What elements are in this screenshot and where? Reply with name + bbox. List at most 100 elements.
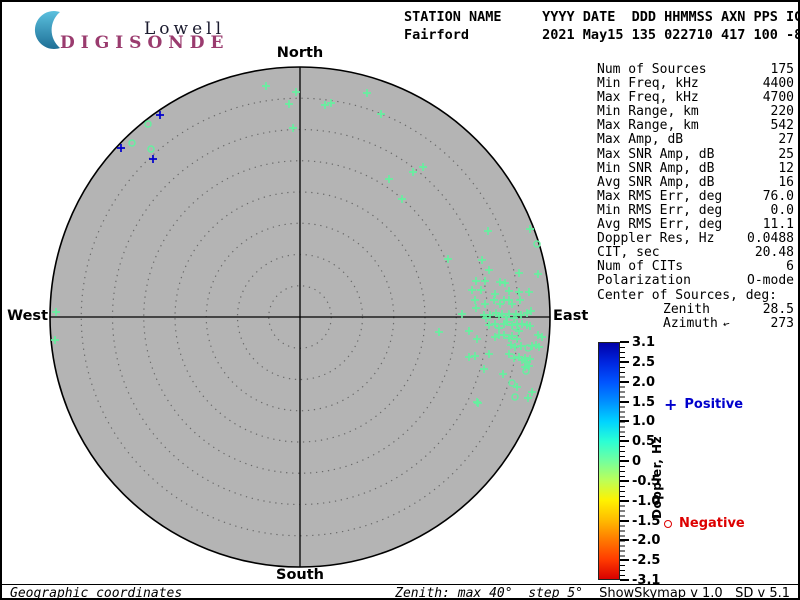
stat-value: 12 bbox=[778, 160, 794, 176]
stat-row: Doppler Res, Hz 0.0488 bbox=[597, 232, 794, 246]
plus-marker-icon: + bbox=[664, 395, 678, 414]
colorbar-tick bbox=[620, 440, 629, 443]
stat-label: Min SNR Amp, dB bbox=[597, 160, 715, 176]
stat-value: 0.0488 bbox=[747, 231, 794, 247]
stat-row: CIT, sec 20.48 bbox=[597, 246, 794, 260]
stat-value: 27 bbox=[778, 132, 794, 148]
stat-label: Doppler Res, Hz bbox=[597, 231, 715, 247]
stat-value: 4700 bbox=[762, 90, 794, 106]
colorbar-tick-label: 3.1 bbox=[632, 335, 656, 350]
stat-label: Polarization bbox=[597, 273, 691, 289]
colorbar-tick-label: 2.0 bbox=[632, 374, 656, 390]
azimuth-direction-icon: ← bbox=[721, 316, 731, 331]
doppler-colorbar: Doppler, Hz 3.1 2.5 2.0 1.5 1.0 0.5 0 -0.5 -1.0-… bbox=[598, 335, 798, 588]
stat-label: Zenith bbox=[663, 301, 710, 317]
stat-value: 175 bbox=[770, 62, 794, 77]
stat-row: Min Range, km 220 bbox=[597, 105, 794, 119]
stat-value: 542 bbox=[770, 118, 794, 134]
stat-label: Max Amp, dB bbox=[597, 132, 684, 148]
stat-label: Avg RMS Err, deg bbox=[597, 217, 723, 233]
stat-row: Max Amp, dB 27 bbox=[597, 133, 794, 147]
colorbar-tick-label: -1.0 bbox=[632, 493, 661, 509]
stat-value: O-mode bbox=[747, 273, 794, 289]
colorbar-gradient bbox=[598, 342, 620, 580]
stat-label: Min RMS Err, deg bbox=[597, 202, 723, 218]
stat-row: Max SNR Amp, dB 25 bbox=[597, 146, 794, 162]
colorbar-tick-label: -2.5 bbox=[632, 553, 661, 569]
colorbar-tick bbox=[620, 479, 629, 482]
legend-positive: + Positive bbox=[664, 395, 744, 414]
stat-row: Num of CITs 6 bbox=[597, 260, 794, 274]
stat-row: Azimuth ← 273 bbox=[597, 315, 794, 331]
colorbar-tick-label: -2.0 bbox=[632, 533, 661, 549]
colorbar-tick bbox=[620, 499, 629, 502]
south-label: South bbox=[276, 567, 324, 583]
stat-row: Center of Sources, deg: bbox=[597, 287, 794, 303]
digisonde-logo: Lowell DIGISONDE bbox=[28, 8, 248, 53]
colorbar-tick bbox=[620, 420, 629, 423]
stat-value: 6 bbox=[786, 259, 794, 275]
stat-row: Max Freq, kHz 4700 bbox=[597, 91, 794, 105]
colorbar-tick bbox=[620, 539, 629, 542]
stat-label: Azimuth ← bbox=[663, 315, 731, 331]
stat-value: 11.1 bbox=[762, 217, 794, 233]
stat-label: Num of Sources bbox=[597, 62, 707, 77]
colorbar-tick bbox=[620, 341, 629, 343]
stat-label: Avg SNR Amp, dB bbox=[597, 174, 715, 190]
footer-divider bbox=[2, 584, 798, 585]
stat-row: Avg SNR Amp, dB 16 bbox=[597, 174, 794, 190]
stat-value: 273 bbox=[770, 315, 794, 331]
stat-value: 20.48 bbox=[754, 245, 794, 261]
stat-row: Max RMS Err, deg 76.0 bbox=[597, 188, 794, 204]
stat-value: 76.0 bbox=[762, 188, 794, 204]
colorbar-tick-label: 0 bbox=[632, 454, 642, 469]
stat-row: Min Freq, kHz 4400 bbox=[597, 76, 794, 92]
stat-label: Max RMS Err, deg bbox=[597, 188, 723, 204]
colorbar-tick-label: 2.5 bbox=[632, 354, 656, 370]
colorbar-tick bbox=[620, 380, 629, 383]
stat-value: 16 bbox=[778, 174, 794, 190]
colorbar-tick bbox=[620, 579, 629, 581]
stat-row: Avg RMS Err, deg 11.1 bbox=[597, 217, 794, 233]
stat-row: Max Range, km 542 bbox=[597, 119, 794, 133]
north-label: North bbox=[276, 45, 324, 61]
colorbar-tick bbox=[620, 360, 629, 363]
showskymap-window: North South West East Lowell DIGISONDE S… bbox=[0, 0, 800, 600]
stats-panel: Num of Sources 175 Min Freq, kHz 4400 Max Fr… bbox=[597, 62, 794, 331]
brand-digisonde: DIGISONDE bbox=[60, 33, 230, 53]
stat-label: Max Range, km bbox=[597, 118, 699, 134]
stat-value: 4400 bbox=[762, 76, 794, 92]
stat-label: Min Range, km bbox=[597, 104, 699, 120]
stat-row: Polarization O-mode bbox=[597, 274, 794, 288]
header-station-values: Fairford 2021 May15 135 022710 417 100 -… bbox=[404, 27, 800, 43]
stat-label: Min Freq, kHz bbox=[597, 76, 699, 92]
negative-label: Negative bbox=[679, 516, 745, 531]
stat-value: 28.5 bbox=[762, 301, 794, 317]
stat-label: Max Freq, kHz bbox=[597, 90, 699, 106]
stat-row: Min SNR Amp, dB 12 bbox=[597, 160, 794, 176]
stat-row: Zenith 28.5 bbox=[597, 301, 794, 317]
stat-label: Center of Sources, deg: bbox=[597, 287, 778, 303]
coordinates-mode-label: Geographic coordinates bbox=[10, 586, 183, 600]
stat-value: 25 bbox=[778, 146, 794, 162]
positive-label: Positive bbox=[684, 397, 744, 412]
stat-value: 220 bbox=[770, 104, 794, 120]
colorbar-tick bbox=[620, 559, 629, 562]
stat-value: 0.0 bbox=[770, 202, 794, 218]
stat-row: Num of Sources 175 bbox=[597, 62, 794, 77]
stat-label: Num of CITs bbox=[597, 259, 684, 275]
west-label: West bbox=[7, 308, 48, 324]
circle-marker-icon bbox=[664, 519, 672, 528]
legend-negative: Negative bbox=[664, 516, 745, 531]
version-label: ShowSkymap v 1.0 SD v 5.1 bbox=[599, 586, 790, 600]
stat-row: Min RMS Err, deg 0.0 bbox=[597, 202, 794, 218]
colorbar-tick-label: -0.5 bbox=[632, 473, 661, 489]
stat-label: CIT, sec bbox=[597, 245, 660, 261]
colorbar-tick-label: 0.5 bbox=[632, 434, 656, 450]
colorbar-tick bbox=[620, 460, 629, 462]
header-column-labels: STATION NAME YYYY DATE DDD HHMMSS AXN PP… bbox=[404, 9, 800, 25]
stat-label: Max SNR Amp, dB bbox=[597, 146, 715, 162]
colorbar-tick bbox=[620, 400, 629, 403]
colorbar-tick-label: 1.0 bbox=[632, 414, 656, 430]
colorbar-tick bbox=[620, 519, 629, 522]
